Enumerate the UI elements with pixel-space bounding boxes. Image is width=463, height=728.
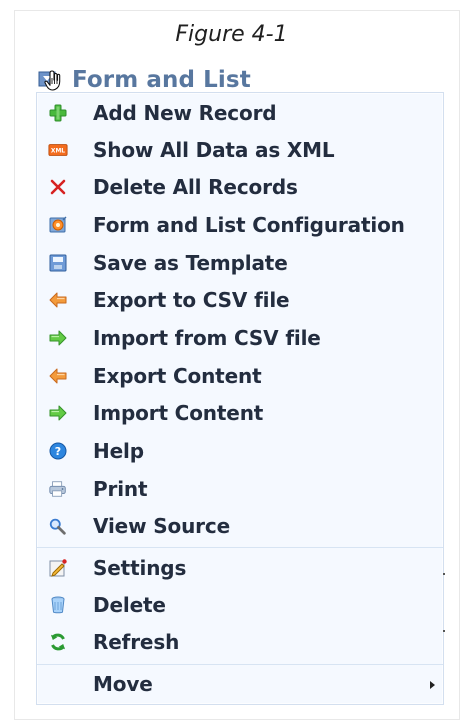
figure-caption: Figure 4-1	[175, 22, 288, 47]
menu-toggle-button[interactable]	[38, 70, 62, 94]
menu-item-refresh[interactable]: Refresh	[37, 623, 443, 660]
menu-item-import-from-csv-file[interactable]: Import from CSV file	[37, 319, 443, 356]
menu-item-label: Save as Template	[93, 251, 288, 275]
menu-item-label: Refresh	[93, 630, 180, 654]
menu-item-label: Add New Record	[93, 101, 277, 125]
menu-item-export-to-csv-file[interactable]: Export to CSV file	[37, 281, 443, 318]
menu-item-add-new-record[interactable]: Add New Record	[37, 94, 443, 131]
view-source-icon	[48, 516, 68, 536]
action-menu: Add New Record XML Show All Data as XML …	[36, 92, 444, 705]
add-icon	[48, 103, 68, 123]
import-arrow-icon	[48, 403, 68, 423]
chevron-down-icon	[38, 70, 61, 91]
menu-item-label: View Source	[93, 514, 231, 538]
menu-item-label: Help	[93, 439, 144, 463]
settings-icon	[48, 558, 68, 578]
print-icon	[48, 479, 68, 499]
menu-item-help[interactable]: ? Help	[37, 432, 443, 469]
menu-item-label: Export Content	[93, 364, 262, 388]
menu-item-delete[interactable]: Delete	[37, 586, 443, 623]
menu-item-label: Print	[93, 477, 148, 501]
refresh-icon	[48, 632, 68, 652]
save-template-icon	[48, 253, 68, 273]
configuration-icon	[48, 215, 68, 235]
menu-item-label: Delete All Records	[93, 175, 298, 199]
menu-item-label: Import from CSV file	[93, 326, 321, 350]
decorative-dot	[443, 630, 445, 632]
svg-text:XML: XML	[51, 149, 65, 155]
menu-item-move[interactable]: Move	[37, 665, 443, 702]
xml-icon: XML	[48, 140, 68, 160]
menu-item-export-content[interactable]: Export Content	[37, 357, 443, 394]
menu-item-import-content[interactable]: Import Content	[37, 394, 443, 431]
menu-item-label: Show All Data as XML	[93, 138, 335, 162]
menu-item-print[interactable]: Print	[37, 470, 443, 507]
help-icon: ?	[48, 441, 68, 461]
module-title: Form and List	[72, 67, 251, 93]
menu-item-form-and-list-configuration[interactable]: Form and List Configuration	[37, 206, 443, 243]
export-arrow-icon	[48, 290, 68, 310]
submenu-arrow-icon	[430, 681, 435, 689]
menu-item-save-as-template[interactable]: Save as Template	[37, 244, 443, 281]
menu-item-delete-all-records[interactable]: Delete All Records	[37, 168, 443, 205]
menu-item-label: Move	[93, 672, 153, 696]
export-arrow-icon	[48, 366, 68, 386]
menu-item-label: Delete	[93, 593, 166, 617]
import-arrow-icon	[48, 328, 68, 348]
delete-x-icon	[48, 177, 68, 197]
trash-icon	[48, 595, 68, 615]
menu-item-view-source[interactable]: View Source	[37, 507, 443, 544]
menu-item-settings[interactable]: Settings	[37, 549, 443, 586]
menu-item-label: Import Content	[93, 401, 264, 425]
menu-item-label: Settings	[93, 556, 187, 580]
menu-item-label: Form and List Configuration	[93, 213, 405, 237]
decorative-dot	[443, 573, 445, 575]
menu-item-show-all-data-as-xml[interactable]: XML Show All Data as XML	[37, 131, 443, 168]
svg-text:?: ?	[55, 445, 61, 458]
menu-item-label: Export to CSV file	[93, 288, 290, 312]
menu-separator	[37, 547, 443, 548]
